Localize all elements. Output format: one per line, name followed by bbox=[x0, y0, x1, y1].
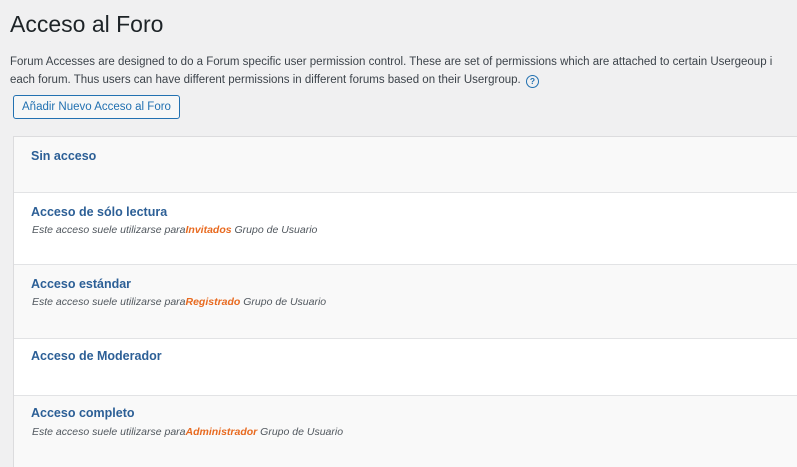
access-description: Este acceso suele utilizarse paraRegistr… bbox=[32, 296, 327, 308]
access-title-link[interactable]: Acceso de Moderador bbox=[31, 349, 162, 363]
usergroup-name: Administrador bbox=[185, 426, 258, 438]
access-row-moderator: Acceso de Moderador bbox=[14, 339, 797, 396]
access-title-link[interactable]: Acceso estándar bbox=[31, 277, 131, 291]
usergroup-name: Registrado bbox=[185, 296, 241, 308]
forum-access-list: Sin acceso Acceso de sólo lectura Este a… bbox=[13, 136, 797, 467]
access-row-standard: Acceso estándar Este acceso suele utiliz… bbox=[14, 265, 797, 339]
access-row-full: Acceso completo Este acceso suele utiliz… bbox=[14, 396, 797, 467]
access-title-link[interactable]: Acceso de sólo lectura bbox=[31, 205, 167, 219]
access-title-link[interactable]: Sin acceso bbox=[31, 149, 96, 163]
page-title: Acceso al Foro bbox=[10, 11, 164, 37]
access-description: Este acceso suele utilizarse paraInvitad… bbox=[32, 224, 318, 236]
help-icon[interactable]: ? bbox=[525, 75, 539, 88]
add-forum-access-button[interactable]: Añadir Nuevo Acceso al Foro bbox=[13, 95, 180, 119]
access-row-readonly: Acceso de sólo lectura Este acceso suele… bbox=[14, 193, 797, 265]
page-description: Forum Accesses are designed to do a Foru… bbox=[10, 53, 797, 89]
access-title-link[interactable]: Acceso completo bbox=[31, 406, 135, 420]
description-line-1: Forum Accesses are designed to do a Foru… bbox=[10, 56, 773, 68]
usergroup-name: Invitados bbox=[185, 224, 232, 236]
description-line-2: each forum. Thus users can have differen… bbox=[10, 74, 521, 86]
access-row-none: Sin acceso bbox=[14, 137, 797, 193]
access-description: Este acceso suele utilizarse paraAdminis… bbox=[32, 426, 344, 438]
